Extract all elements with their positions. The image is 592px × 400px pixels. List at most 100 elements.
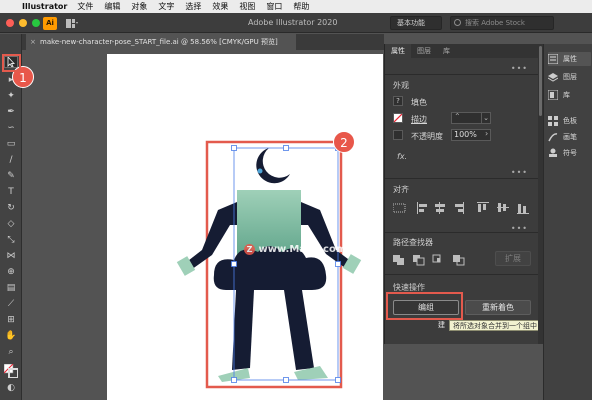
fill-stroke-swatch-icon[interactable] xyxy=(3,363,19,379)
document-tab-bar: × make-new-character-pose_START_file.ai … xyxy=(22,34,384,50)
stroke-swatch-icon[interactable] xyxy=(393,113,403,123)
menu-effect[interactable]: 效果 xyxy=(212,1,228,12)
align-buttons[interactable] xyxy=(393,202,533,214)
drawing-mode-icon[interactable]: ◐ xyxy=(4,382,18,394)
stroke-label[interactable]: 描边 xyxy=(411,114,427,125)
close-window-button[interactable] xyxy=(6,19,14,27)
dock-libraries[interactable]: 库 xyxy=(548,88,570,102)
dock-swatches[interactable]: 色板 xyxy=(548,114,577,128)
watermark: Z www.MacZ.com xyxy=(244,244,346,255)
dock-properties[interactable]: 属性 xyxy=(548,52,591,66)
menu-window[interactable]: 窗口 xyxy=(266,1,282,12)
divider xyxy=(385,274,539,275)
menu-type[interactable]: 文字 xyxy=(158,1,174,12)
menu-view[interactable]: 视图 xyxy=(239,1,255,12)
selection-tool-highlight xyxy=(2,54,21,72)
libraries-icon xyxy=(548,90,558,100)
expand-button[interactable]: 扩展 xyxy=(495,251,531,266)
rectangle-tool-icon[interactable]: ▭ xyxy=(4,138,18,150)
width-tool-icon[interactable]: ⋈ xyxy=(4,250,18,262)
zoom-window-button[interactable] xyxy=(32,19,40,27)
pathfinder-buttons[interactable] xyxy=(393,254,483,266)
tooltip-prefix: 建 xyxy=(438,321,445,329)
canvas-area[interactable]: Z www.MacZ.com xyxy=(22,50,384,400)
divider xyxy=(385,74,539,75)
dock-label: 库 xyxy=(563,91,570,99)
scrollbar-thumb[interactable] xyxy=(539,46,542,116)
opacity-arrow-icon[interactable]: › xyxy=(485,129,488,138)
pen-tool-icon[interactable]: ✒ xyxy=(4,106,18,118)
rotate-tool-icon[interactable]: ↻ xyxy=(4,202,18,214)
stock-search-placeholder: 搜索 Adobe Stock xyxy=(465,19,525,27)
paintbrush-tool-icon[interactable]: / xyxy=(4,154,18,166)
eraser-tool-icon[interactable]: ◇ xyxy=(4,218,18,230)
appearance-heading: 外观 xyxy=(393,81,409,90)
tab-libraries[interactable]: 库 xyxy=(437,44,456,58)
properties-icon xyxy=(548,54,558,64)
brushes-icon xyxy=(548,133,558,142)
tab-layers[interactable]: 图层 xyxy=(411,44,437,58)
right-leg xyxy=(284,290,314,370)
menu-app-name[interactable]: Illustrator xyxy=(22,2,67,11)
hand-tool-icon[interactable]: ✋ xyxy=(4,330,18,342)
close-tab-icon[interactable]: × xyxy=(30,34,36,50)
menu-edit[interactable]: 编辑 xyxy=(104,1,120,12)
recolor-button[interactable]: 重新着色 xyxy=(465,300,531,315)
minimize-window-button[interactable] xyxy=(19,19,27,27)
symbols-icon xyxy=(549,148,557,157)
tools-panel: ▸ ✦ ✒ ∽ ▭ / ✎ T ↻ ◇ ⤡ ⋈ ⊕ ▤ ⟋ ⊞ ✋ ⌕ ◐ xyxy=(0,34,22,400)
dock-label: 画笔 xyxy=(563,133,577,141)
window-title: Adobe Illustrator 2020 xyxy=(248,18,338,27)
character-artwork[interactable] xyxy=(22,50,384,400)
pathfinder-heading: 路径查找器 xyxy=(393,238,433,247)
arrange-documents-icon[interactable] xyxy=(66,19,78,28)
gradient-tool-icon[interactable]: ▤ xyxy=(4,282,18,294)
document-tab-label: make-new-character-pose_START_file.ai @ … xyxy=(40,38,278,46)
search-icon xyxy=(454,19,461,26)
panel-tabs: 属性 图层 库 xyxy=(385,44,538,58)
macos-menubar: Illustrator 文件 编辑 对象 文字 选择 效果 视图 窗口 帮助 xyxy=(0,0,592,13)
zoom-tool-icon[interactable]: ⌕ xyxy=(4,346,18,358)
magic-wand-tool-icon[interactable]: ✦ xyxy=(4,90,18,102)
stroke-weight-dropdown-icon[interactable]: ⌄ xyxy=(481,112,491,124)
dock-label: 图层 xyxy=(563,73,577,81)
right-hand xyxy=(342,254,362,274)
fx-icon[interactable]: fx. xyxy=(397,152,407,161)
shape-builder-tool-icon[interactable]: ⊕ xyxy=(4,266,18,278)
dock-label: 符号 xyxy=(563,149,577,157)
watermark-text: www.MacZ.com xyxy=(258,244,347,255)
type-tool-icon[interactable]: T xyxy=(4,186,18,198)
tab-properties[interactable]: 属性 xyxy=(385,44,411,58)
dock-label: 色板 xyxy=(563,117,577,125)
group-button-highlight xyxy=(386,292,463,320)
menu-file[interactable]: 文件 xyxy=(77,1,93,12)
moon-head xyxy=(256,148,290,184)
group-tooltip: 将所选对象合并到一个组中 xyxy=(449,320,541,331)
divider xyxy=(385,232,539,233)
swatches-icon xyxy=(548,116,558,126)
fill-swatch-icon[interactable]: ? xyxy=(393,96,403,106)
menu-select[interactable]: 选择 xyxy=(185,1,201,12)
section-menu-icon[interactable]: ••• xyxy=(511,65,528,73)
dock-brushes[interactable]: 画笔 xyxy=(548,130,577,144)
opacity-label: 不透明度 xyxy=(411,132,443,141)
divider xyxy=(385,178,539,179)
curvature-tool-icon[interactable]: ∽ xyxy=(4,122,18,134)
document-tab[interactable]: × make-new-character-pose_START_file.ai … xyxy=(26,34,296,50)
dock-layers[interactable]: 图层 xyxy=(548,70,577,84)
align-heading: 对齐 xyxy=(393,185,409,194)
pencil-tool-icon[interactable]: ✎ xyxy=(4,170,18,182)
window-controls xyxy=(6,19,40,27)
menu-object[interactable]: 对象 xyxy=(131,1,147,12)
scale-tool-icon[interactable]: ⤡ xyxy=(4,234,18,246)
workspace-switcher[interactable]: 基本功能 xyxy=(390,16,442,30)
stock-search-input[interactable]: 搜索 Adobe Stock xyxy=(450,16,554,30)
panel-dock: 属性 图层 库 色板 画笔 符号 xyxy=(543,44,592,400)
dock-symbols[interactable]: 符号 xyxy=(548,146,577,160)
eyedropper-tool-icon[interactable]: ⟋ xyxy=(4,298,18,310)
artboard-tool-icon[interactable]: ⊞ xyxy=(4,314,18,326)
menu-help[interactable]: 帮助 xyxy=(293,1,309,12)
left-leg xyxy=(232,290,254,370)
callout-2: 2 xyxy=(333,131,355,153)
appearance-more-icon[interactable]: ••• xyxy=(511,169,528,177)
